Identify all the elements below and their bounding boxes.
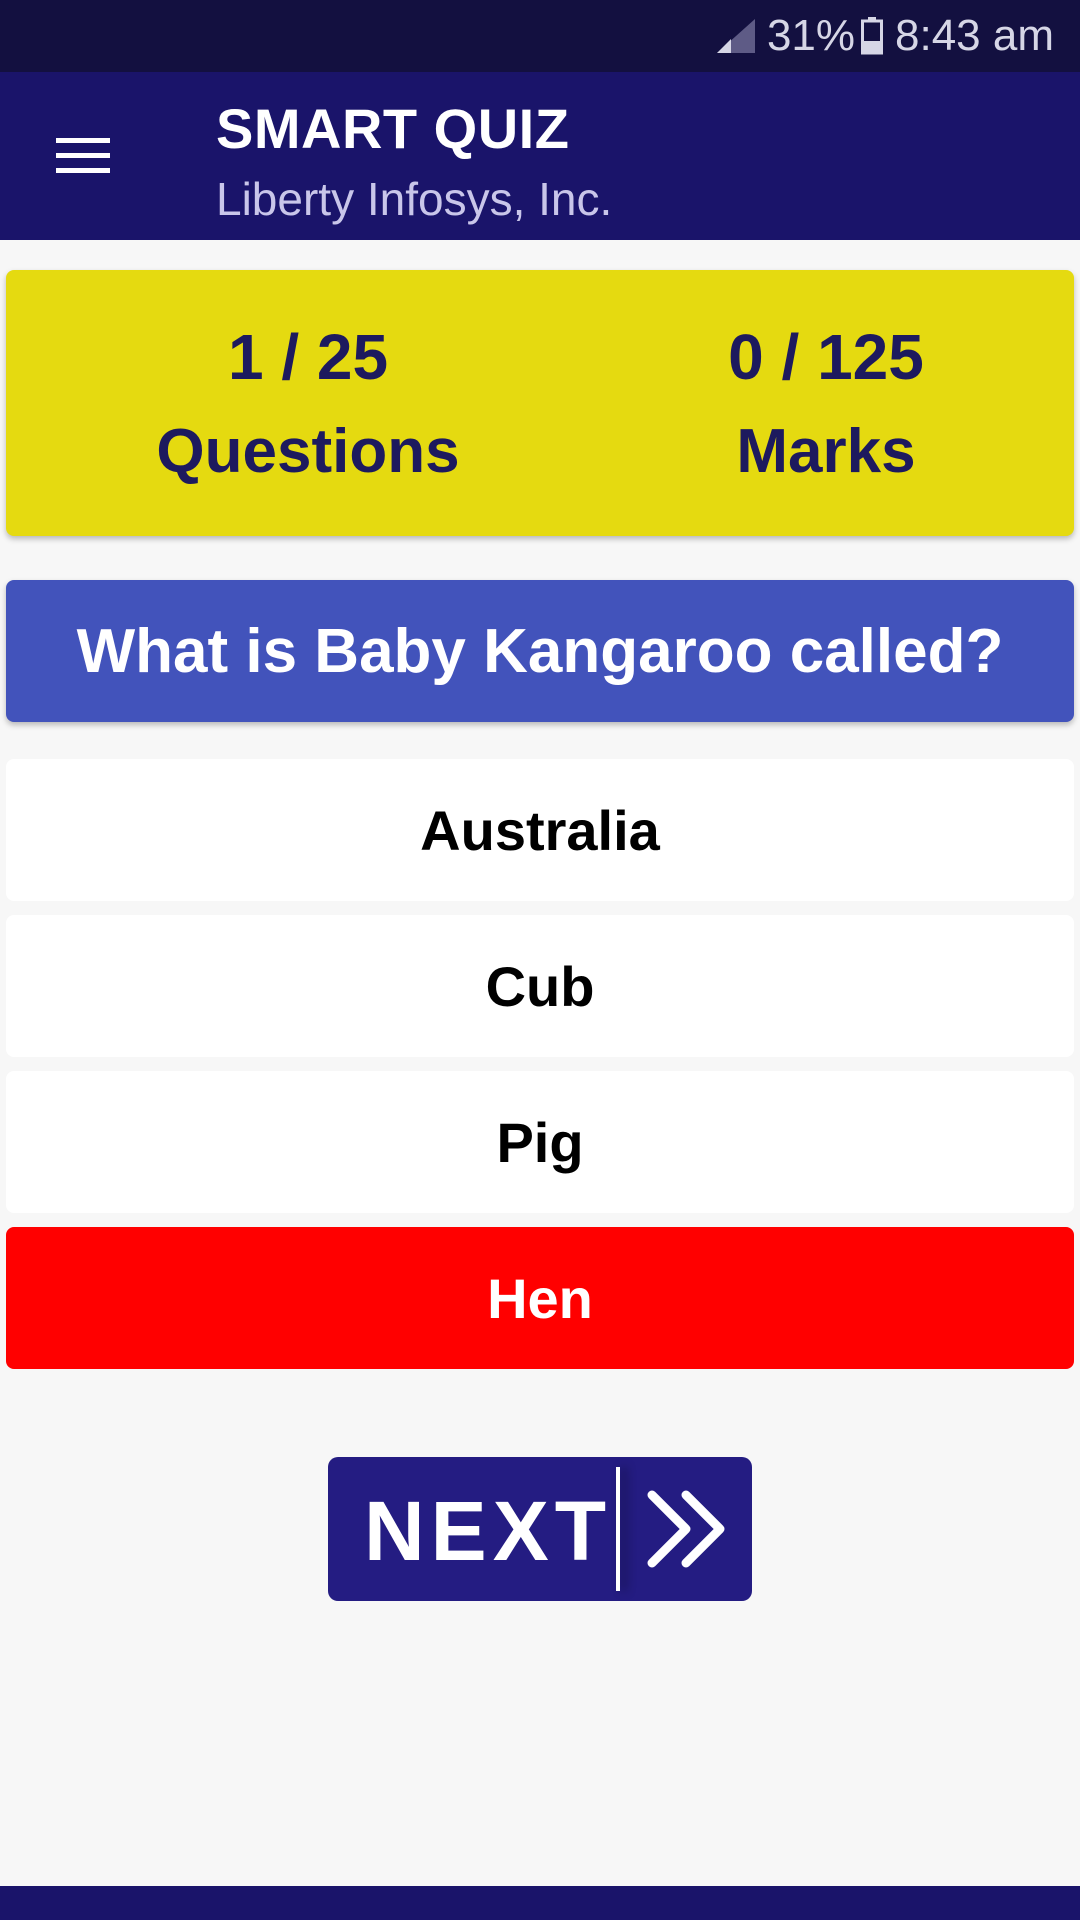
answer-option-hen[interactable]: Hen (6, 1227, 1074, 1369)
next-button-divider (616, 1467, 620, 1591)
next-button[interactable]: NEXT (328, 1457, 752, 1601)
answer-option-australia[interactable]: Australia (6, 759, 1074, 901)
question-text: What is Baby Kangaroo called? (6, 580, 1074, 722)
status-bar: 31% 8:43 am (0, 0, 1080, 72)
signal-icon (716, 19, 755, 53)
answer-option-cub[interactable]: Cub (6, 915, 1074, 1057)
questions-counter: 1 / 25 Questions (41, 270, 575, 536)
marks-counter: 0 / 125 Marks (559, 270, 1080, 536)
questions-label: Questions (156, 417, 460, 486)
battery-percent: 31% (766, 11, 856, 60)
status-time: 8:43 am (895, 11, 1054, 60)
marks-value: 0 / 125 (728, 321, 924, 393)
battery-icon (861, 17, 884, 55)
marks-label: Marks (736, 417, 916, 486)
answer-option-pig[interactable]: Pig (6, 1071, 1074, 1213)
score-card: 1 / 25 Questions 0 / 125 Marks (6, 270, 1074, 536)
hamburger-menu-icon[interactable] (48, 130, 120, 182)
app-title: SMART QUIZ (216, 97, 570, 160)
double-chevron-right-icon (647, 1490, 725, 1568)
questions-value: 1 / 25 (227, 321, 389, 393)
bottom-bar (0, 1886, 1080, 1920)
app-bar: SMART QUIZ Liberty Infosys, Inc. (0, 72, 1080, 240)
app-subtitle: Liberty Infosys, Inc. (216, 173, 613, 225)
next-button-label: NEXT (364, 1484, 613, 1578)
